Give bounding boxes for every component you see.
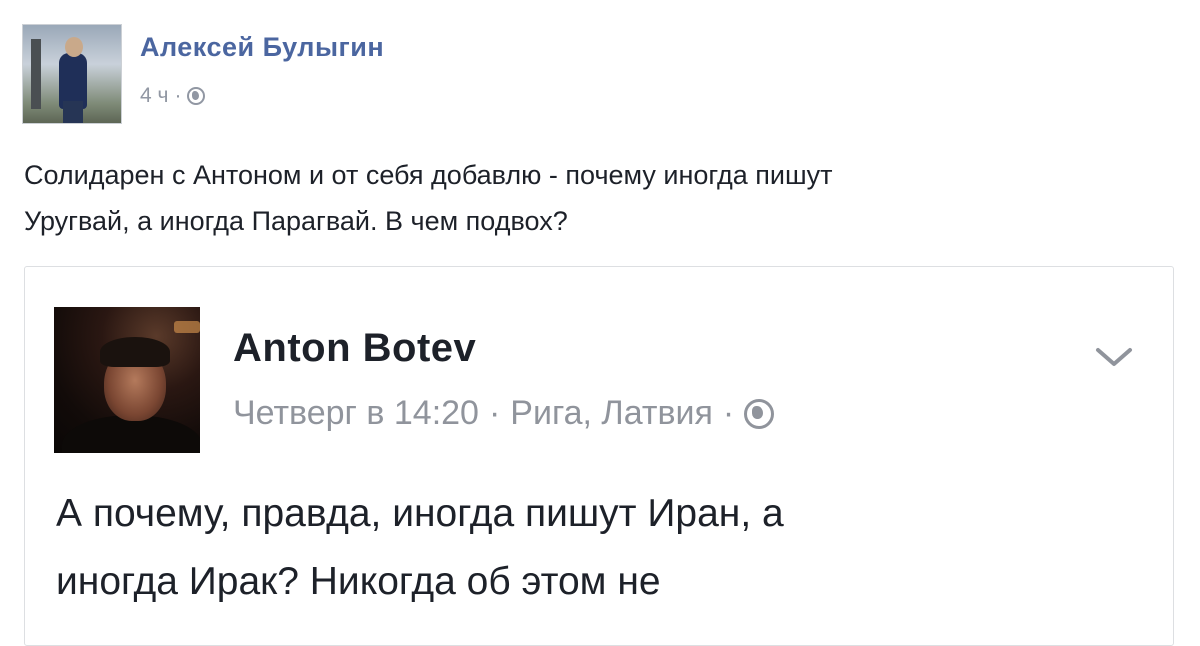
chevron-down-icon[interactable] <box>1094 342 1134 372</box>
shared-author-avatar[interactable] <box>54 307 200 453</box>
shared-post-time[interactable]: Четверг в 14:20 <box>233 394 479 433</box>
avatar-bg-light <box>174 321 200 333</box>
outer-post-time[interactable]: 4 ч <box>140 84 168 108</box>
outer-post-text-line: Уругвай, а иногда Парагвай. В чем подвох… <box>24 206 568 236</box>
globe-icon[interactable] <box>187 87 206 105</box>
globe-icon[interactable] <box>744 398 775 429</box>
shared-post-meta: Четверг в 14:20 · Рига, Латвия · <box>233 394 775 433</box>
meta-separator: · <box>174 84 182 107</box>
outer-post-meta: 4 ч · <box>140 84 206 108</box>
outer-author-name[interactable]: Алексей Булыгин <box>140 32 384 63</box>
outer-author-avatar[interactable] <box>22 24 122 124</box>
avatar-figure-legs <box>63 101 83 123</box>
avatar-bg-lamp <box>31 39 41 109</box>
meta-separator: · <box>722 394 735 432</box>
meta-separator: · <box>488 394 501 432</box>
shared-post-text: А почему, правда, иногда пишут Иран, а и… <box>56 480 1156 616</box>
shared-author-name[interactable]: Anton Botev <box>233 326 476 371</box>
outer-post-text-line: Солидарен с Антоном и от себя добавлю - … <box>24 160 833 190</box>
avatar-figure-head <box>65 37 83 57</box>
outer-post-text: Солидарен с Антоном и от себя добавлю - … <box>24 152 1184 244</box>
avatar-hair <box>100 337 170 367</box>
shared-post-text-line: иногда Ирак? Никогда об этом не <box>56 560 661 603</box>
shared-post-text-line: А почему, правда, иногда пишут Иран, а <box>56 492 784 535</box>
shared-post-location[interactable]: Рига, Латвия <box>510 394 713 433</box>
